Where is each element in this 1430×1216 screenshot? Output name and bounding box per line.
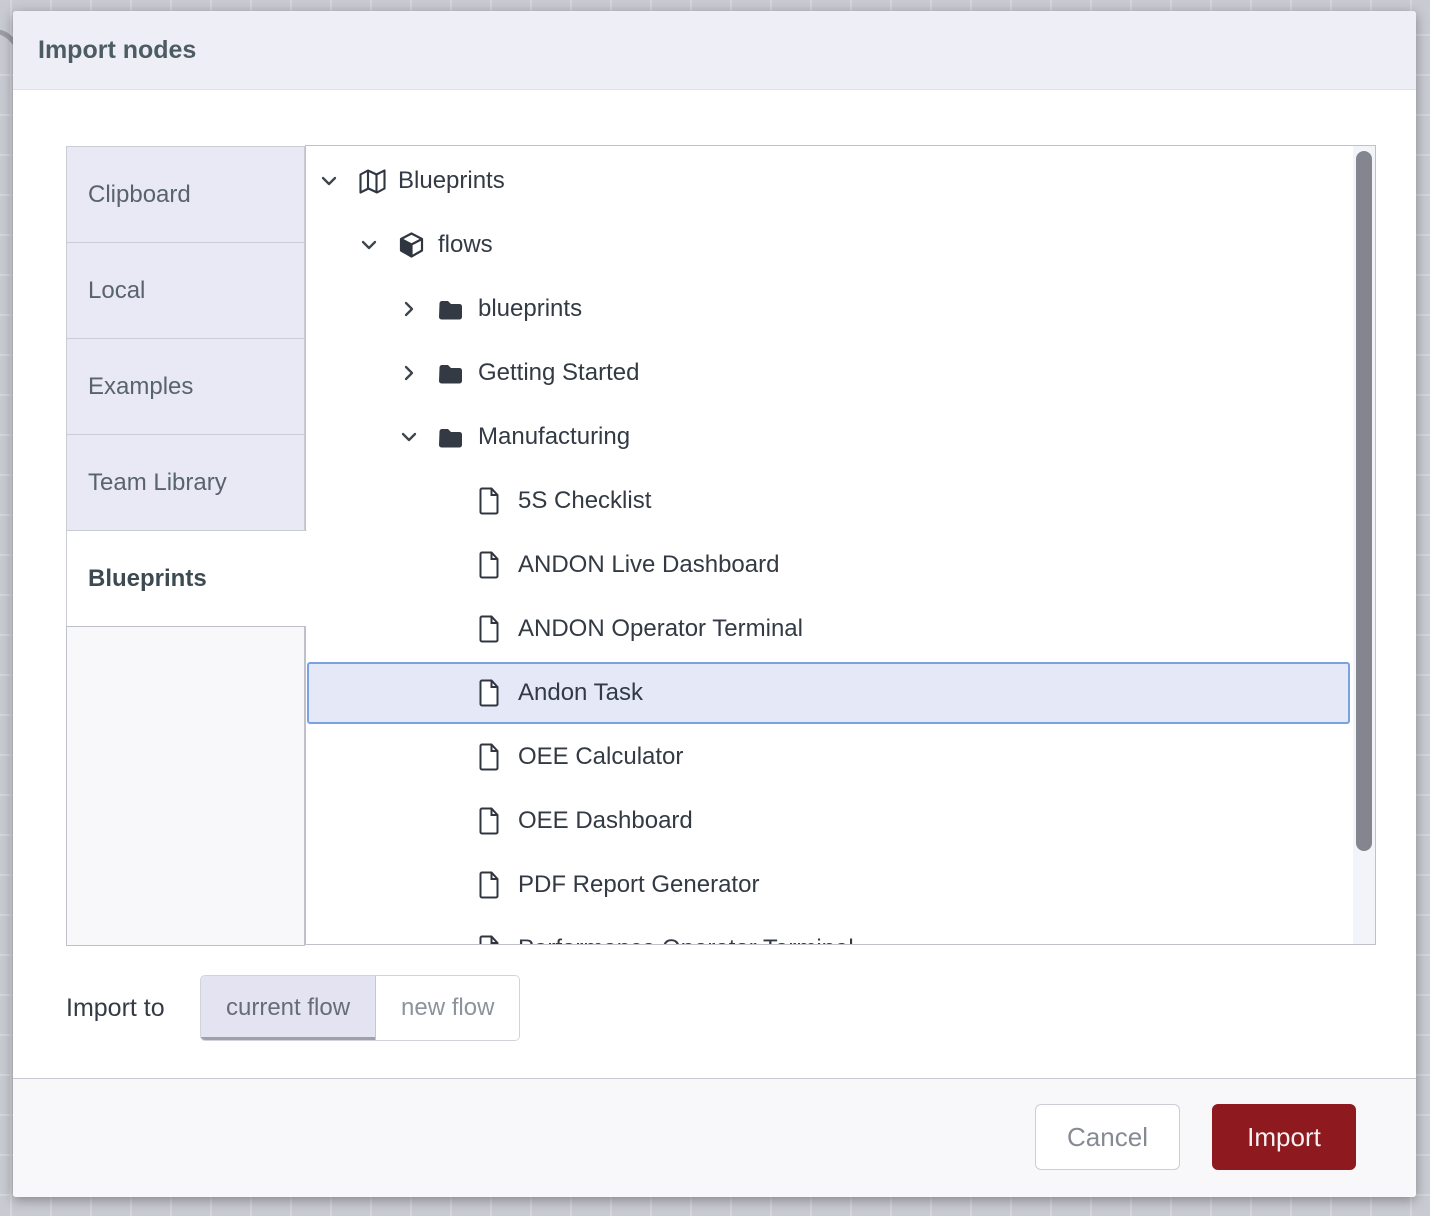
import-to-label: Import to: [66, 975, 165, 1041]
tree-item-blueprints[interactable]: Blueprints: [306, 149, 1353, 213]
tree-item-oee-dashboard[interactable]: OEE Dashboard: [306, 789, 1353, 853]
import-to-row: Import to current flownew flow: [13, 975, 1416, 1041]
import-button[interactable]: Import: [1212, 1104, 1356, 1170]
tree-item-label: ANDON Operator Terminal: [518, 615, 803, 643]
tree-item-manufacturing[interactable]: Manufacturing: [306, 405, 1353, 469]
import-nodes-dialog: Import nodes ClipboardLocalExamplesTeam …: [13, 11, 1416, 1197]
tree-item-performance-operator-terminal[interactable]: Performance Operator Terminal: [306, 917, 1353, 944]
tree-item-5s-checklist[interactable]: 5S Checklist: [306, 469, 1353, 533]
folder-icon: [438, 423, 478, 451]
tree-item-label: OEE Calculator: [518, 743, 683, 771]
tree-item-label: flows: [438, 231, 493, 259]
chevron-right-icon[interactable]: [399, 362, 438, 384]
file-icon: [478, 807, 518, 835]
scrollbar-track[interactable]: [1353, 146, 1375, 944]
chevron-down-icon[interactable]: [359, 234, 398, 256]
tree-item-label: Getting Started: [478, 359, 639, 387]
tree-item-getting-started[interactable]: Getting Started: [306, 341, 1353, 405]
import-target-option-current-flow[interactable]: current flow: [201, 976, 376, 1040]
cube-icon: [398, 231, 438, 259]
chevron-right-icon[interactable]: [399, 298, 438, 320]
file-icon: [478, 935, 518, 944]
chevron-spacer: [439, 746, 478, 768]
library-tree-panel: Blueprints flows blueprints Getting Started…: [305, 145, 1376, 945]
tree-item-label: Andon Task: [518, 679, 643, 707]
sidebar-filler-panel: [66, 626, 305, 946]
file-icon: [478, 551, 518, 579]
sidebar-tabs: ClipboardLocalExamplesTeam LibraryBluepr…: [66, 146, 305, 626]
tree-item-andon-operator-terminal[interactable]: ANDON Operator Terminal: [306, 597, 1353, 661]
chevron-spacer: [439, 682, 478, 704]
dialog-footer: Cancel Import: [13, 1078, 1416, 1197]
tree-item-label: Blueprints: [398, 167, 505, 195]
tree-item-flows[interactable]: flows: [306, 213, 1353, 277]
chevron-spacer: [439, 938, 478, 944]
file-icon: [478, 871, 518, 899]
tree-item-label: Performance Operator Terminal: [518, 935, 854, 944]
chevron-spacer: [439, 554, 478, 576]
folder-icon: [438, 295, 478, 323]
dialog-header: Import nodes: [13, 11, 1416, 90]
file-icon: [478, 487, 518, 515]
map-icon: [358, 167, 398, 195]
tree-item-label: OEE Dashboard: [518, 807, 693, 835]
sidebar-tab-examples[interactable]: Examples: [66, 338, 305, 434]
tree-item-label: PDF Report Generator: [518, 871, 759, 899]
tree-item-label: 5S Checklist: [518, 487, 651, 515]
tree-item-andon-task[interactable]: Andon Task: [306, 661, 1353, 725]
tree-item-pdf-report-generator[interactable]: PDF Report Generator: [306, 853, 1353, 917]
sidebar-tab-team-library[interactable]: Team Library: [66, 434, 305, 530]
sidebar-tab-local[interactable]: Local: [66, 242, 305, 338]
file-icon: [478, 679, 518, 707]
tree-item-blueprints[interactable]: blueprints: [306, 277, 1353, 341]
tree-item-andon-live-dashboard[interactable]: ANDON Live Dashboard: [306, 533, 1353, 597]
tree-item-oee-calculator[interactable]: OEE Calculator: [306, 725, 1353, 789]
folder-icon: [438, 359, 478, 387]
chevron-down-icon[interactable]: [399, 426, 438, 448]
cancel-button[interactable]: Cancel: [1035, 1104, 1180, 1170]
tree-rows: Blueprints flows blueprints Getting Started…: [306, 146, 1353, 944]
chevron-spacer: [439, 810, 478, 832]
chevron-spacer: [439, 874, 478, 896]
dialog-title: Import nodes: [38, 36, 196, 65]
sidebar-tab-blueprints[interactable]: Blueprints: [66, 530, 307, 626]
scrollbar-thumb[interactable]: [1356, 151, 1372, 851]
file-icon: [478, 743, 518, 771]
file-icon: [478, 615, 518, 643]
sidebar-tab-clipboard[interactable]: Clipboard: [66, 146, 305, 242]
chevron-spacer: [439, 490, 478, 512]
tree-item-label: ANDON Live Dashboard: [518, 551, 779, 579]
chevron-down-icon[interactable]: [319, 170, 358, 192]
import-target-option-new-flow[interactable]: new flow: [376, 976, 519, 1040]
chevron-spacer: [439, 618, 478, 640]
tree-item-label: Manufacturing: [478, 423, 630, 451]
tree-item-label: blueprints: [478, 295, 582, 323]
import-target-toggle: current flownew flow: [200, 975, 520, 1041]
